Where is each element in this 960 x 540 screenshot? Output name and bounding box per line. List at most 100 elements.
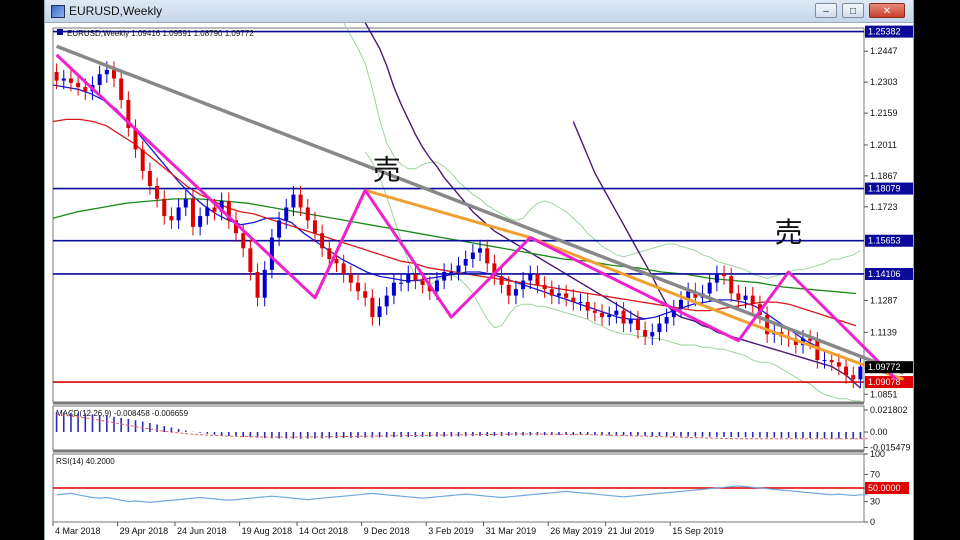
candle-body — [578, 302, 583, 304]
candle-body — [104, 69, 109, 75]
sell-annotation: 売 — [775, 217, 803, 248]
price-axis-label: 1.0851 — [870, 389, 898, 399]
candle-body — [707, 282, 712, 294]
candle-body — [162, 198, 167, 217]
candle-body — [305, 207, 310, 221]
rsi-axis-label: 50.0000 — [868, 483, 901, 493]
level-price-label: 1.15653 — [868, 236, 901, 246]
candle-body — [449, 271, 454, 273]
candle-body — [248, 248, 253, 272]
rsi-axis-label: 70 — [870, 469, 880, 479]
price-axis-label: 1.1287 — [870, 296, 898, 306]
candle-body — [341, 263, 346, 275]
candle-body — [750, 295, 755, 305]
time-axis-label: 15 Sep 2019 — [672, 526, 723, 536]
candle-body — [858, 366, 863, 380]
candle-body — [413, 274, 418, 281]
candle-body — [406, 274, 411, 283]
candle-body — [356, 282, 361, 292]
candle-body — [68, 78, 73, 83]
level-price-label: 1.25382 — [868, 27, 901, 37]
rsi-axis-label: 30 — [870, 497, 880, 507]
time-axis-label: 14 Oct 2018 — [299, 526, 348, 536]
candle-body — [119, 78, 124, 101]
candle-body — [262, 269, 267, 298]
ma-short-line — [52, 84, 857, 363]
price-header-text: EURUSD,Weekly 1.09416 1.09591 1.08790 1.… — [67, 29, 254, 38]
price-axis-label: 1.2011 — [870, 140, 897, 150]
candle-body — [155, 185, 160, 199]
price-axis-label: 1.2159 — [870, 108, 898, 118]
candle-body — [241, 233, 246, 249]
candle-body — [54, 72, 59, 81]
candle-body — [736, 293, 741, 300]
candle-body — [815, 340, 820, 361]
candle-body — [97, 74, 102, 85]
maximize-button[interactable]: □ — [842, 3, 864, 18]
price-axis-label: 1.2303 — [870, 77, 898, 87]
level-price-label: 1.18079 — [868, 184, 901, 194]
time-axis-label: 24 Jun 2018 — [177, 526, 227, 536]
candle-body — [269, 237, 274, 270]
title-bar[interactable]: EURUSD,Weekly – □ ✕ — [45, 0, 913, 23]
candle-body — [829, 360, 834, 363]
candle-body — [657, 323, 662, 333]
candle-body — [312, 220, 317, 234]
candle-body — [585, 302, 590, 311]
candle-body — [334, 259, 339, 264]
candle-body — [442, 271, 447, 281]
candle-body — [478, 248, 483, 253]
time-axis-label: 21 Jul 2019 — [608, 526, 655, 536]
candle-body — [463, 259, 468, 266]
candle-body — [714, 274, 719, 283]
chart-canvas[interactable]: 1.2447 1.2303 1.2159 1.2011 1.1867 1.1723 1.12… — [45, 22, 913, 540]
candle-body — [664, 317, 669, 324]
candle-body — [255, 271, 260, 298]
candle-body — [571, 297, 576, 303]
candle-body — [434, 280, 439, 292]
candle-body — [391, 282, 396, 296]
candle-body — [621, 310, 626, 324]
price-axis-label: 1.1139 — [870, 327, 897, 337]
candle-body — [298, 194, 303, 208]
window-title: EURUSD,Weekly — [69, 4, 163, 18]
candle-body — [513, 289, 518, 296]
candle-body — [528, 274, 533, 281]
candle-body — [112, 69, 117, 79]
candle-body — [470, 252, 475, 260]
time-axis-label: 9 Dec 2018 — [364, 526, 410, 536]
chart-window-icon — [51, 5, 65, 18]
candle-body — [320, 233, 325, 249]
candle-body — [851, 375, 856, 380]
zigzag-alt-line[interactable] — [313, 188, 905, 381]
candle-body — [521, 280, 526, 290]
ma-long-line — [52, 198, 857, 295]
candle-body — [147, 170, 152, 186]
candle-body — [635, 319, 640, 330]
price-axis-label: 1.2447 — [870, 46, 898, 56]
candle-body — [499, 276, 504, 285]
sell-annotation: 売 — [373, 155, 401, 186]
close-button[interactable]: ✕ — [869, 3, 905, 18]
candle-body — [456, 265, 461, 272]
candle-body — [205, 207, 210, 217]
candle-body — [377, 306, 382, 318]
time-axis-label: 19 Aug 2018 — [242, 526, 293, 536]
trendline[interactable] — [55, 44, 905, 375]
candle-body — [363, 291, 368, 298]
time-axis-label: 4 Mar 2018 — [55, 526, 101, 536]
level-price-label: 1.14106 — [868, 269, 901, 279]
rsi-axis-label: 100 — [870, 449, 885, 459]
candle-body — [600, 312, 605, 318]
candle-body — [542, 284, 547, 290]
time-axis-label: 29 Apr 2018 — [120, 526, 169, 536]
current-price-label: 1.09772 — [868, 362, 901, 372]
candle-body — [729, 276, 734, 294]
price-axis-label: 1.1867 — [870, 171, 898, 181]
candle-body — [370, 297, 375, 318]
candle-body — [83, 87, 88, 92]
minimize-button[interactable]: – — [815, 3, 837, 18]
macd-axis-label: 0.021802 — [870, 405, 908, 415]
candle-body — [607, 314, 612, 318]
candle-body — [190, 198, 195, 227]
